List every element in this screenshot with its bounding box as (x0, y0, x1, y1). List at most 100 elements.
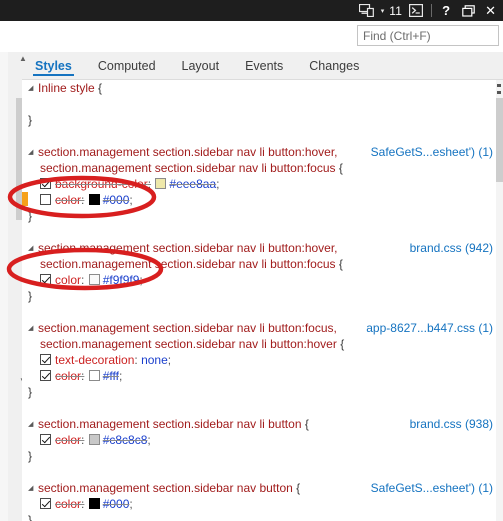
declaration-value[interactable]: #c8c8c8 (103, 433, 148, 447)
right-scrollbar-thumb[interactable] (496, 98, 503, 182)
selector-text: Inline style (38, 81, 95, 95)
selector-text-line2: section.management section.sidebar nav l… (40, 337, 337, 351)
rule-selector-row[interactable]: ◢ section.management section.sidebar nav … (22, 320, 496, 336)
declaration-colon: : (134, 353, 138, 367)
declaration-value[interactable]: #f9f9f9 (103, 273, 140, 287)
declaration-row[interactable]: text-decoration: none; (22, 352, 496, 368)
stylesheet-origin-link[interactable]: app-8627...b447.css (1) (366, 320, 493, 336)
declaration-row[interactable]: color: #000; (22, 496, 496, 512)
panel-tab-strip: Styles Computed Layout Events Changes (0, 52, 503, 80)
close-brace: } (28, 385, 33, 399)
rule-4: ◢ section.management section.sidebar nav … (22, 416, 496, 464)
collapse-triangle-icon[interactable]: ◢ (28, 145, 38, 161)
declaration-row[interactable]: background-color: #eee8aa; (22, 176, 496, 192)
declaration-property[interactable]: text-decoration (55, 353, 134, 367)
declaration-checkbox[interactable] (40, 354, 51, 365)
color-swatch[interactable] (88, 194, 100, 205)
rule-selector-row-continued[interactable]: section.management section.sidebar nav l… (22, 336, 496, 352)
tab-layout[interactable]: Layout (169, 52, 233, 79)
declaration-property[interactable]: color (55, 273, 81, 287)
close-icon[interactable]: ✕ (480, 3, 503, 19)
selector-text-line1: section.management section.sidebar nav l… (38, 321, 337, 335)
stylesheet-origin-link[interactable]: SafeGetS...esheet') (1) (371, 144, 493, 160)
declaration-value[interactable]: #fff (103, 369, 119, 383)
restore-window-icon[interactable] (457, 0, 480, 21)
declaration-checkbox[interactable] (40, 434, 51, 445)
close-brace-row: } (22, 384, 496, 400)
rule-selector-row-continued[interactable]: section.management section.sidebar nav l… (22, 160, 496, 176)
help-button[interactable]: ? (435, 3, 457, 18)
stylesheet-origin-link[interactable]: brand.css (938) (410, 416, 493, 432)
declaration-value[interactable]: #000 (103, 193, 130, 207)
console-drawer-icon[interactable] (404, 0, 428, 21)
declaration-checkbox[interactable] (40, 194, 51, 205)
declaration-property[interactable]: color (55, 369, 81, 383)
close-brace: } (28, 289, 33, 303)
open-brace: { (296, 481, 301, 495)
open-brace: { (338, 257, 343, 271)
selector-text: section.management section.sidebar nav l… (38, 417, 302, 431)
scroll-up-icon[interactable]: ▲ (16, 52, 30, 65)
declaration-property[interactable]: color (55, 193, 81, 207)
restore-window-glyph (462, 4, 475, 17)
declaration-semicolon: ; (129, 497, 133, 511)
declaration-property[interactable]: color (55, 497, 81, 511)
tab-changes[interactable]: Changes (296, 52, 372, 79)
collapse-triangle-icon[interactable]: ◢ (28, 481, 38, 497)
declaration-colon: : (81, 193, 85, 207)
styles-rules-list: ◢ Inline style { } ◢ section.management se… (22, 80, 496, 521)
declaration-row[interactable]: color: #c8c8c8; (22, 432, 496, 448)
stylesheet-origin-link[interactable]: SafeGetS...esheet') (1) (371, 480, 493, 496)
declaration-value[interactable]: none (141, 353, 168, 367)
issue-count: 11 (389, 3, 403, 18)
rule-selector-row[interactable]: ◢ Inline style { (22, 80, 496, 96)
color-swatch[interactable] (88, 498, 100, 509)
chevron-down-icon[interactable]: ▾ (381, 8, 385, 15)
right-scrollbar-track[interactable] (496, 80, 503, 521)
color-swatch[interactable] (155, 178, 167, 189)
declaration-checkbox[interactable] (40, 498, 51, 509)
console-drawer-glyph (409, 4, 424, 17)
titlebar-right-controls: ▾ 11 ? ✕ (354, 0, 503, 21)
search-input[interactable] (357, 25, 499, 46)
rule-empty-body (22, 96, 496, 112)
rule-selector-row[interactable]: ◢ section.management section.sidebar nav … (22, 144, 496, 160)
collapse-triangle-icon[interactable]: ◢ (28, 81, 38, 97)
rule-selector-row[interactable]: ◢ section.management section.sidebar nav … (22, 480, 496, 496)
color-swatch[interactable] (88, 274, 100, 285)
collapse-triangle-icon[interactable]: ◢ (28, 241, 38, 257)
rule-3: ◢ section.management section.sidebar nav … (22, 320, 496, 400)
declaration-checkbox[interactable] (40, 274, 51, 285)
tab-computed[interactable]: Computed (85, 52, 169, 79)
collapse-triangle-icon[interactable]: ◢ (28, 321, 38, 337)
tab-events[interactable]: Events (232, 52, 296, 79)
tab-changes-label: Changes (309, 58, 360, 73)
declaration-row[interactable]: color: #f9f9f9; (22, 272, 496, 288)
declaration-semicolon: ; (167, 353, 172, 367)
declaration-checkbox[interactable] (40, 178, 51, 189)
rule-selector-row[interactable]: ◢ section.management section.sidebar nav … (22, 240, 496, 256)
color-swatch[interactable] (88, 434, 100, 445)
screencast-device-icon[interactable] (354, 0, 379, 21)
open-brace: { (98, 81, 103, 95)
declaration-value[interactable]: #000 (103, 497, 130, 511)
collapse-triangle-icon[interactable]: ◢ (28, 417, 38, 433)
rule-selector-row[interactable]: ◢ section.management section.sidebar nav … (22, 416, 496, 432)
left-scrollbar-track[interactable]: ▲ ▼ (8, 52, 30, 521)
stylesheet-origin-link[interactable]: brand.css (942) (410, 240, 493, 256)
declaration-property[interactable]: background-color (55, 177, 148, 191)
close-brace-row: } (22, 512, 496, 521)
tab-styles[interactable]: Styles (22, 52, 85, 79)
declaration-semicolon: ; (139, 273, 143, 287)
color-swatch[interactable] (88, 370, 100, 381)
declaration-checkbox[interactable] (40, 370, 51, 381)
rule-selector-row-continued[interactable]: section.management section.sidebar nav l… (22, 256, 496, 272)
declaration-property[interactable]: color (55, 433, 81, 447)
toolbar-separator (431, 4, 433, 17)
devtools-styles-panel: ▾ 11 ? ✕ Find (Ctrl+F) Styles Computed L… (0, 0, 503, 521)
rule-1: ◢ section.management section.sidebar nav … (22, 144, 496, 224)
declaration-row[interactable]: color: #000; (22, 192, 496, 208)
declaration-row[interactable]: color: #fff; (22, 368, 496, 384)
change-marker (22, 192, 28, 206)
declaration-value[interactable]: #eee8aa (169, 177, 216, 191)
